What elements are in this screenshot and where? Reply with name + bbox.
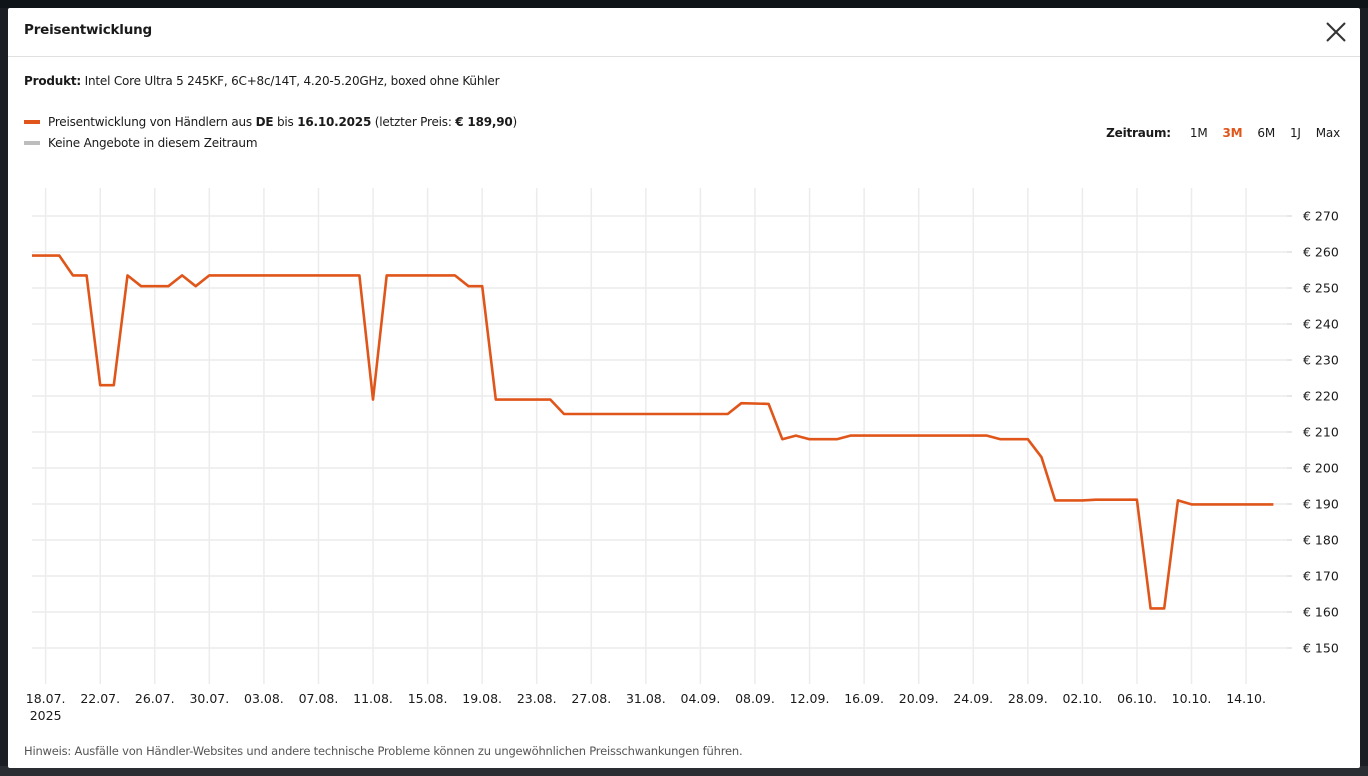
- y-tick-label: € 170: [1303, 569, 1339, 584]
- footnote: Hinweis: Ausfälle von Händler-Websites u…: [24, 744, 743, 758]
- x-tick-label: 14.10.: [1226, 691, 1266, 706]
- product-name: Intel Core Ultra 5 245KF, 6C+8c/14T, 4.2…: [84, 74, 500, 88]
- timerange-option-1j[interactable]: 1J: [1286, 126, 1305, 140]
- timerange-option-3m[interactable]: 3M: [1219, 126, 1247, 140]
- legend-date: 16.10.2025: [297, 115, 372, 129]
- price-chart: € 150 € 160 € 170 € 180 € 190 € 200 € 210 € 220…: [26, 188, 1339, 723]
- x-axis-ticks: 18.07. 22.07. 26.07. 30.07. 03.08. 07.08. 11.0…: [26, 691, 1266, 723]
- modal-title: Preisentwicklung: [24, 22, 152, 38]
- x-tick-label: 02.10.: [1062, 691, 1102, 706]
- price-history-modal: Preisentwicklung Produkt: Intel Core Ult…: [8, 8, 1360, 768]
- x-tick-label: 18.07.: [26, 691, 66, 706]
- x-tick-label: 10.10.: [1172, 691, 1212, 706]
- x-tick-label: 26.07.: [135, 691, 175, 706]
- legend-no-offers: Keine Angebote in diesem Zeitraum: [24, 136, 258, 150]
- legend-last-price: € 189,90: [455, 115, 513, 129]
- x-tick-label: 07.08.: [299, 691, 339, 706]
- legend-no-offers-text: Keine Angebote in diesem Zeitraum: [48, 136, 258, 150]
- y-tick-label: € 160: [1303, 605, 1339, 620]
- x-tick-label: 20.09.: [899, 691, 939, 706]
- x-tick-label: 31.08.: [626, 691, 666, 706]
- x-tick-label: 19.08.: [462, 691, 502, 706]
- x-tick-label: 30.07.: [189, 691, 229, 706]
- legend-series-text: Preisentwicklung von Händlern aus DE bis…: [48, 115, 517, 129]
- y-tick-label: € 240: [1303, 317, 1339, 332]
- y-tick-label: € 190: [1303, 497, 1339, 512]
- x-year-label: 2025: [30, 708, 62, 723]
- x-tick-label: 15.08.: [408, 691, 448, 706]
- timerange-label: Zeitraum:: [1106, 126, 1171, 140]
- timerange-option-1m[interactable]: 1M: [1186, 126, 1212, 140]
- legend-country: DE: [255, 115, 274, 129]
- y-tick-label: € 250: [1303, 281, 1339, 296]
- timerange-option-max[interactable]: Max: [1312, 126, 1344, 140]
- x-tick-label: 23.08.: [517, 691, 557, 706]
- y-tick-label: € 270: [1303, 209, 1339, 224]
- y-tick-label: € 180: [1303, 533, 1339, 548]
- x-tick-label: 11.08.: [353, 691, 393, 706]
- close-icon: [1326, 22, 1346, 42]
- x-tick-label: 03.08.: [244, 691, 284, 706]
- legend-series: Preisentwicklung von Händlern aus DE bis…: [24, 115, 517, 129]
- y-tick-label: € 210: [1303, 425, 1339, 440]
- y-tick-label: € 200: [1303, 461, 1339, 476]
- legend-last-price-prefix: (letzter Preis:: [371, 115, 456, 129]
- legend-series-swatch: [24, 120, 40, 124]
- x-tick-label: 12.09.: [790, 691, 830, 706]
- y-tick-label: € 260: [1303, 245, 1339, 260]
- x-tick-label: 24.09.: [953, 691, 993, 706]
- x-tick-label: 06.10.: [1117, 691, 1157, 706]
- y-axis-ticks: € 150 € 160 € 170 € 180 € 190 € 200 € 210 € 220…: [1287, 209, 1339, 656]
- product-line: Produkt: Intel Core Ultra 5 245KF, 6C+8c…: [24, 74, 499, 88]
- y-tick-label: € 220: [1303, 389, 1339, 404]
- x-tick-label: 16.09.: [844, 691, 884, 706]
- legend-no-offers-swatch: [24, 141, 40, 145]
- close-button[interactable]: [1324, 20, 1348, 44]
- grid-vertical: [44, 188, 1247, 684]
- product-label: Produkt:: [24, 74, 82, 88]
- timerange-selector: Zeitraum: 1M 3M 6M 1J Max: [1106, 126, 1344, 140]
- x-tick-label: 08.09.: [735, 691, 775, 706]
- x-tick-label: 28.09.: [1008, 691, 1048, 706]
- x-tick-label: 04.09.: [681, 691, 721, 706]
- timerange-option-6m[interactable]: 6M: [1253, 126, 1279, 140]
- grid-horizontal: [32, 215, 1287, 649]
- x-tick-label: 22.07.: [80, 691, 120, 706]
- modal-header: Preisentwicklung: [8, 8, 1360, 57]
- y-tick-label: € 150: [1303, 641, 1339, 656]
- x-tick-label: 27.08.: [571, 691, 611, 706]
- legend-until: bis: [273, 115, 298, 129]
- legend-last-price-suffix: ): [512, 115, 518, 129]
- page-backdrop-top: [0, 0, 1368, 8]
- legend-series-prefix: Preisentwicklung von Händlern aus: [48, 115, 256, 129]
- y-tick-label: € 230: [1303, 353, 1339, 368]
